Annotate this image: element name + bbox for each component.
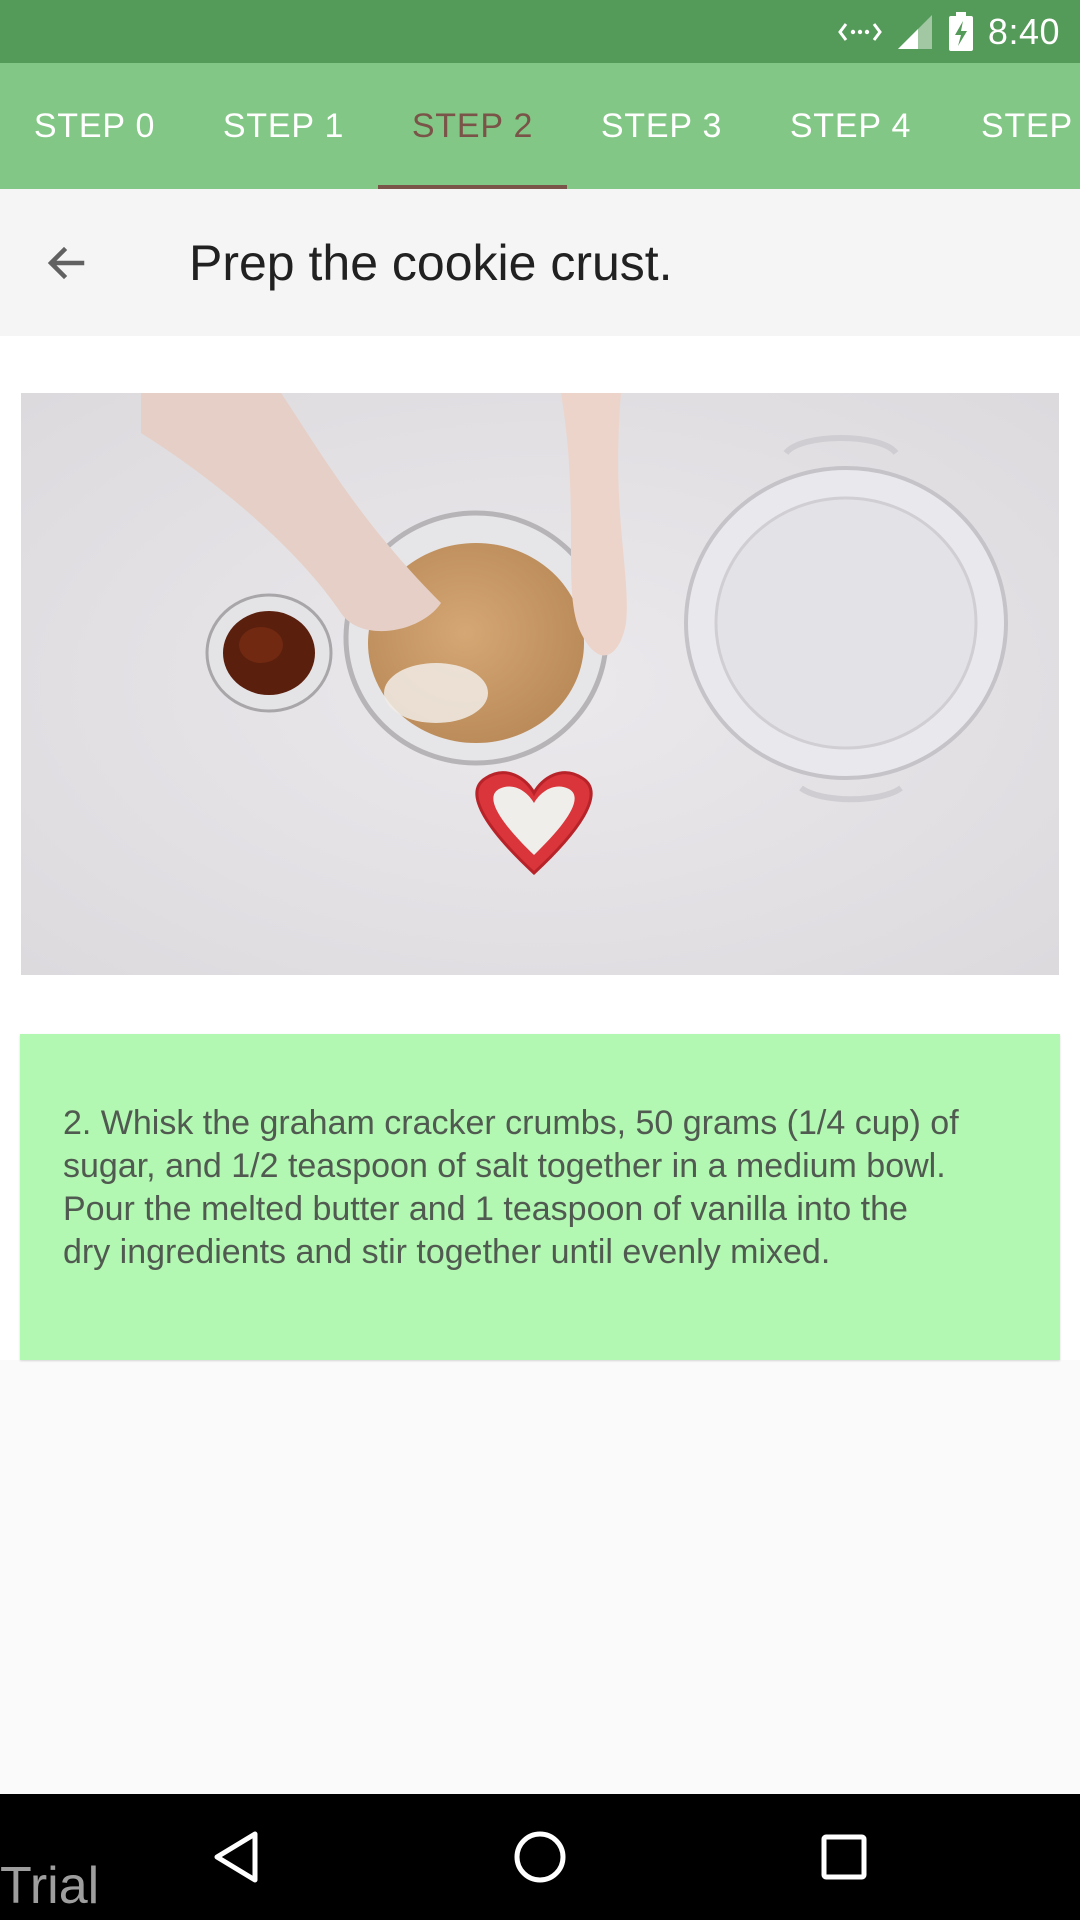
tab-step-5[interactable]: STEP [945,63,1080,189]
system-nav-bar: Trial [0,1794,1080,1920]
step-tab-bar: STEP 0 STEP 1 STEP 2 STEP 3 STEP 4 STEP [0,63,1080,189]
data-transfer-icon [838,22,882,41]
arrow-left-icon [47,246,85,280]
tab-step-0[interactable]: STEP 0 [0,63,189,189]
nav-recents-button[interactable] [781,1794,907,1920]
battery-charging-icon [948,11,973,51]
trial-watermark: Trial [0,1857,100,1915]
tab-step-1[interactable]: STEP 1 [189,63,378,189]
back-triangle-icon [214,1831,258,1883]
step-content: 2. Whisk the graham cracker crumbs, 50 g… [0,336,1080,1360]
nav-back-button[interactable] [173,1794,299,1920]
step-description: 2. Whisk the graham cracker crumbs, 50 g… [63,1104,959,1271]
recents-square-icon [821,1834,867,1880]
step-title: Prep the cookie crust. [189,234,673,291]
status-time: 8:40 [987,10,1060,52]
status-icons: 8:40 [838,0,1060,63]
step-description-card: 2. Whisk the graham cracker crumbs, 50 g… [20,1034,1060,1360]
tab-step-4[interactable]: STEP 4 [756,63,945,189]
tab-step-2[interactable]: STEP 2 [378,63,567,189]
tab-step-3[interactable]: STEP 3 [567,63,756,189]
step-video[interactable] [21,393,1059,975]
nav-home-button[interactable] [477,1794,603,1920]
status-bar: 8:40 [0,0,1080,63]
video-frame-image [21,393,1059,975]
step-header: Prep the cookie crust. [0,189,1080,336]
signal-icon [897,14,932,49]
back-button[interactable] [30,227,102,299]
home-circle-icon [514,1831,566,1883]
